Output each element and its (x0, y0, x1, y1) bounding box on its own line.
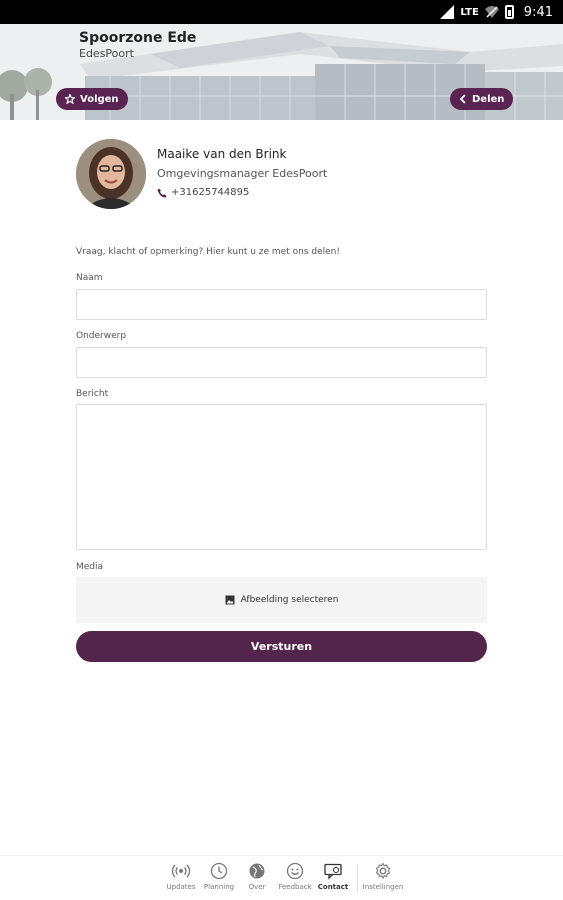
tab-updates[interactable]: Updates (162, 862, 200, 891)
tab-updates-label: Updates (166, 883, 196, 891)
bottom-navigation: Updates Planning Over Feedback Contact I… (0, 855, 563, 900)
image-icon (225, 595, 235, 605)
clock-time: 9:41 (523, 4, 553, 20)
tab-over-label: Over (248, 883, 266, 891)
message-label: Bericht (76, 389, 109, 399)
name-label: Naam (76, 273, 103, 283)
contact-name: Maaike van den Brink (157, 147, 287, 161)
subject-label: Onderwerp (76, 331, 127, 341)
star-icon (65, 94, 75, 104)
share-icon (459, 94, 466, 104)
tab-feedback-label: Feedback (278, 883, 312, 891)
message-textarea[interactable] (76, 404, 487, 550)
contact-card-icon (324, 863, 342, 880)
contact-role: Omgevingsmanager EdesPoort (157, 167, 328, 180)
media-label: Media (76, 562, 104, 572)
nav-divider (357, 864, 358, 892)
tab-contact[interactable]: Contact (314, 862, 352, 891)
status-bar: LTE 9:41 (0, 0, 563, 24)
form-intro: Vraag, klacht of opmerking? Hier kunt u … (76, 247, 340, 257)
contact-photo (76, 139, 146, 209)
submit-button[interactable]: Versturen (76, 631, 487, 662)
follow-label: Volgen (80, 93, 119, 105)
project-header: Spoorzone Ede EdesPoort Volgen Delen (0, 24, 563, 120)
tab-planning[interactable]: Planning (200, 862, 238, 891)
tab-over[interactable]: Over (238, 862, 276, 891)
tab-instellingen-label: Instellingen (362, 883, 404, 891)
select-image-label: Afbeelding selecteren (240, 595, 339, 605)
project-title: Spoorzone Ede (79, 30, 197, 46)
share-label: Delen (472, 93, 505, 105)
follow-button[interactable]: Volgen (56, 88, 128, 110)
globe-icon (249, 863, 265, 879)
phone-number: +31625744895 (171, 187, 250, 198)
battery-icon (504, 5, 514, 19)
tab-instellingen[interactable]: Instellingen (363, 862, 403, 891)
phone-icon (157, 188, 167, 197)
share-button[interactable]: Delen (450, 88, 514, 110)
broadcast-icon (172, 864, 190, 878)
tab-planning-label: Planning (203, 883, 235, 891)
clock-icon (210, 862, 228, 880)
signal-icon (440, 5, 455, 19)
tab-contact-label: Contact (317, 883, 349, 891)
subject-input[interactable] (76, 347, 487, 378)
select-image-button[interactable]: Afbeelding selecteren (76, 577, 487, 623)
tab-feedback[interactable]: Feedback (276, 862, 314, 891)
contact-phone[interactable]: +31625744895 (157, 187, 357, 198)
network-type: LTE (460, 6, 479, 18)
project-subtitle: EdesPoort (79, 47, 134, 60)
name-input[interactable] (76, 289, 487, 320)
gear-icon (375, 862, 391, 880)
smiley-icon (286, 862, 304, 880)
avatar (76, 139, 146, 209)
wifi-icon (484, 6, 499, 18)
